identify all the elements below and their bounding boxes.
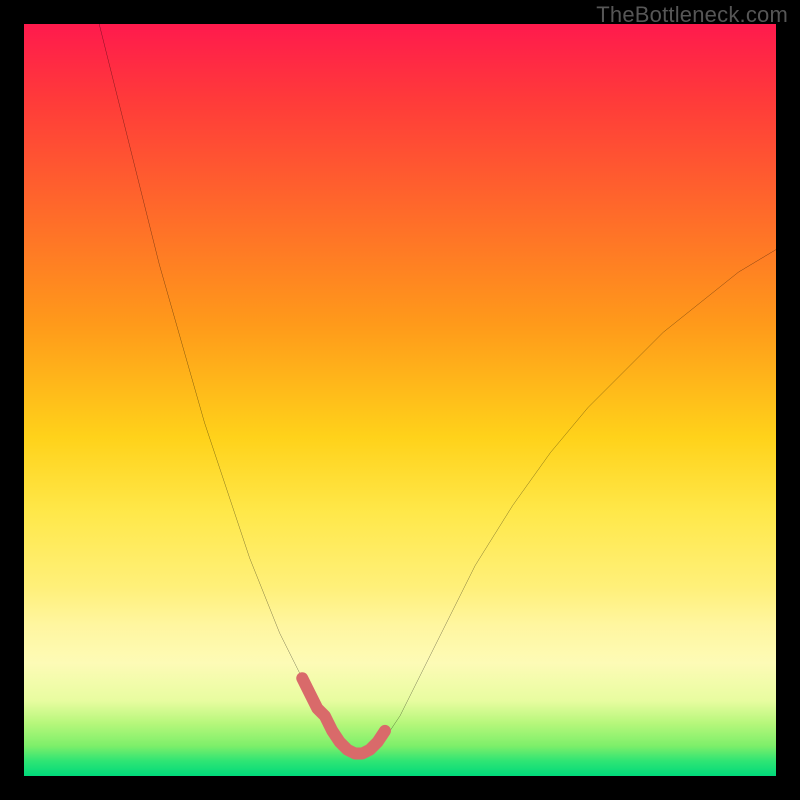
chart-frame: TheBottleneck.com [0,0,800,800]
bottleneck-curve-path [99,24,776,753]
plot-area [24,24,776,776]
curve-layer [24,24,776,776]
bottleneck-flat-zone-path [302,678,385,753]
